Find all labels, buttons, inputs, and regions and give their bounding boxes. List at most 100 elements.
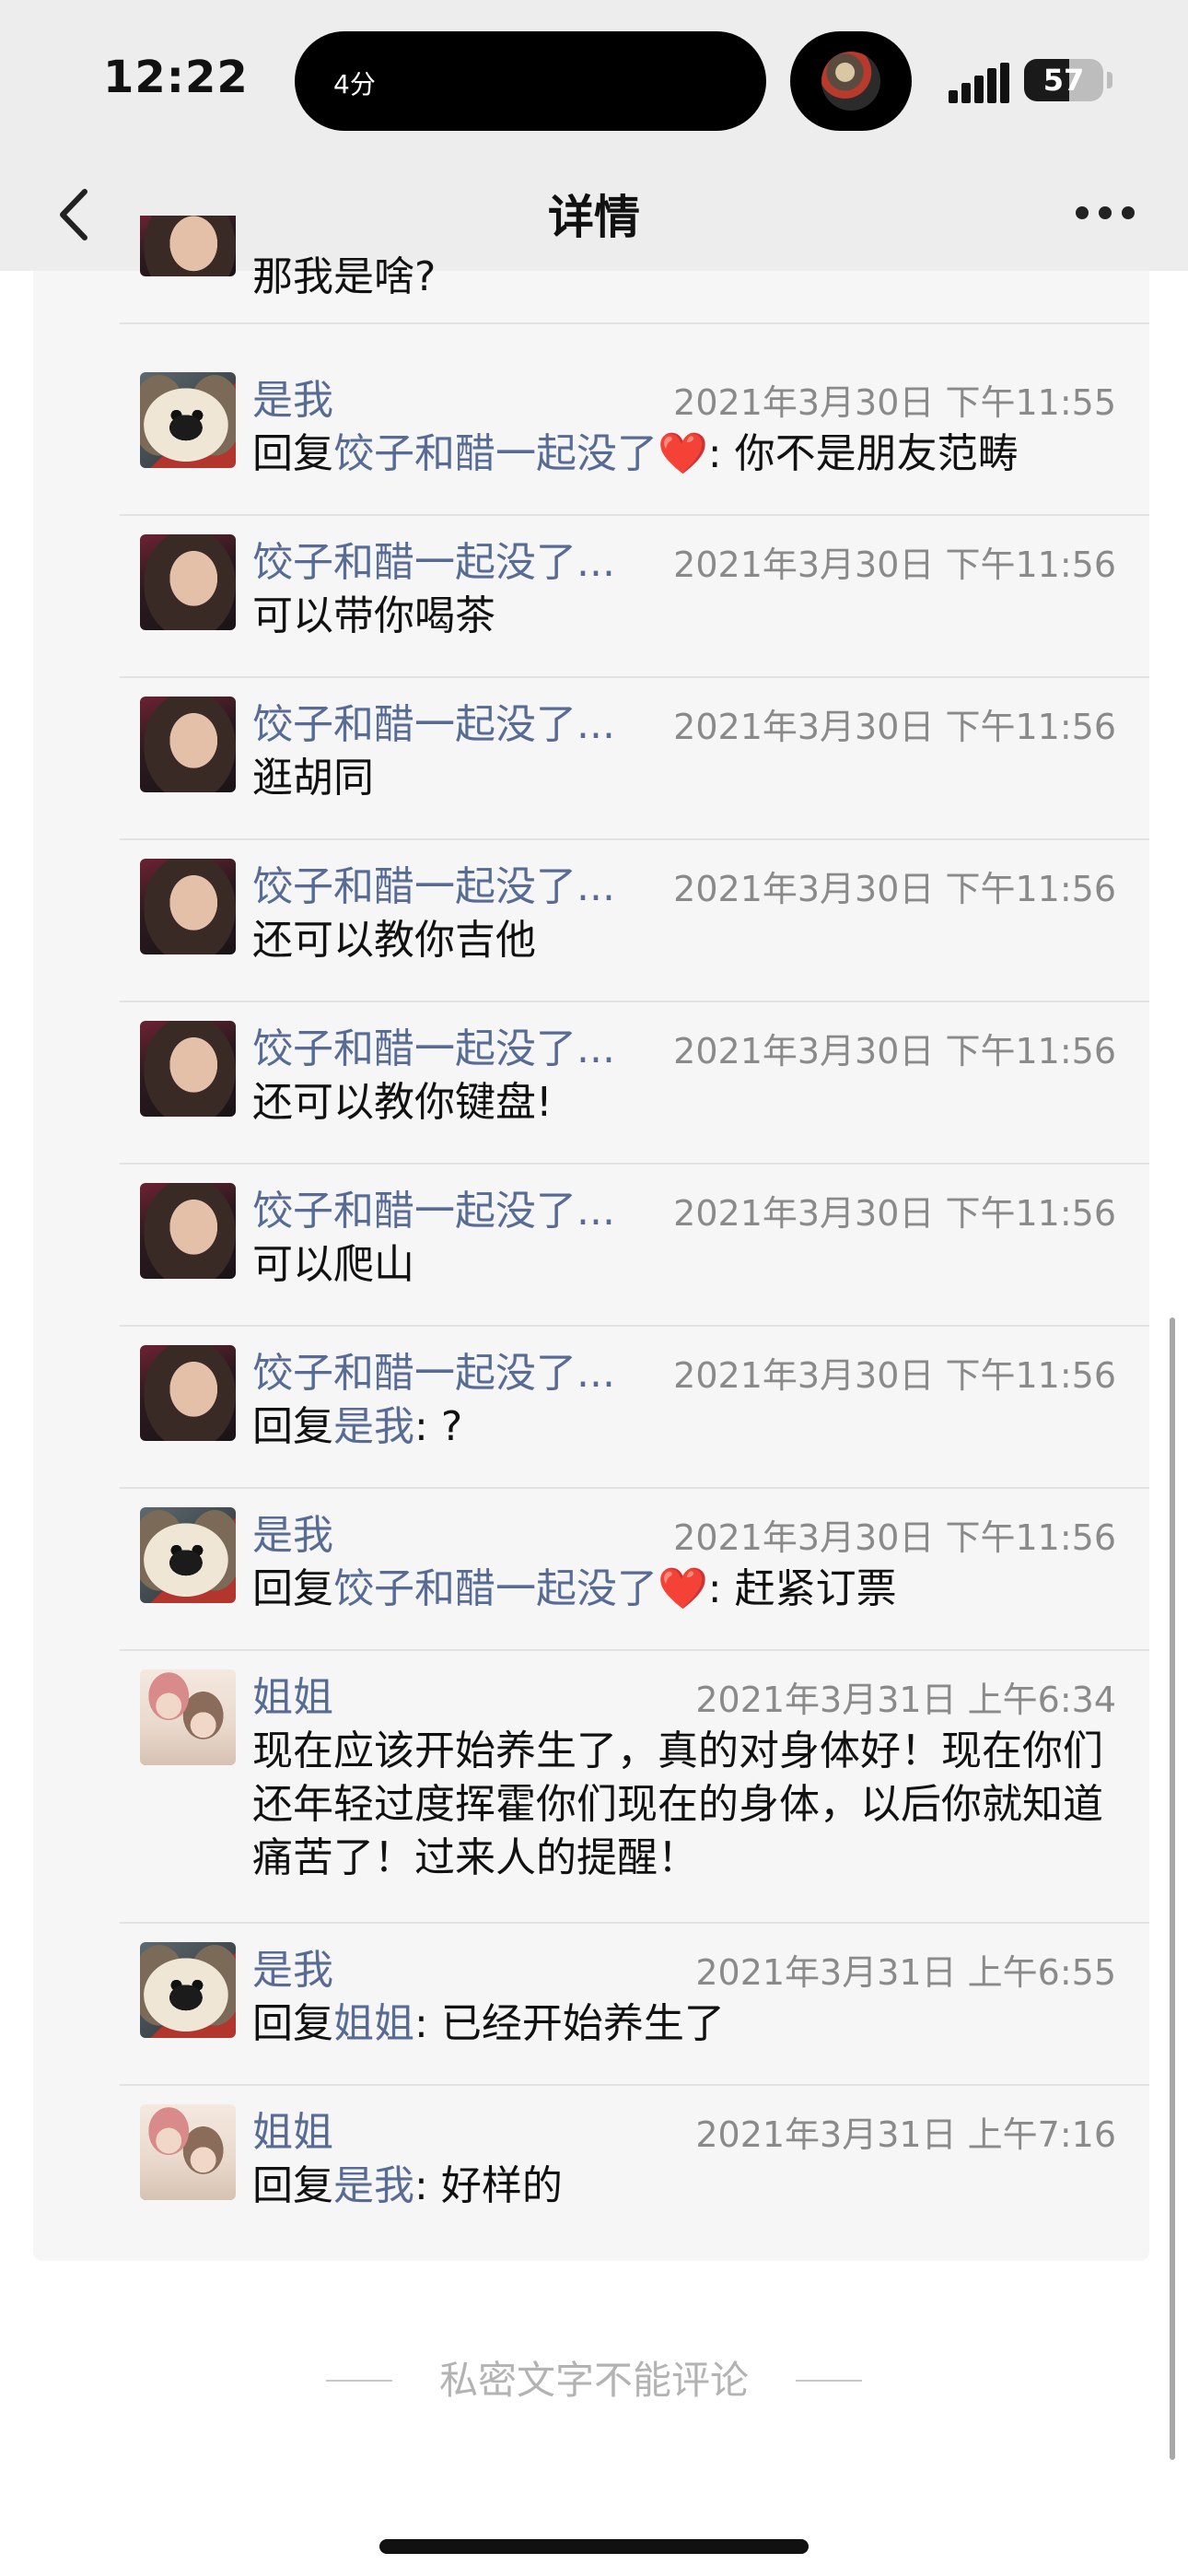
reply-prefix: 回复 (252, 1403, 333, 1450)
reply-target-link[interactable]: 是我 (333, 2162, 414, 2209)
avatar[interactable] (140, 2104, 236, 2200)
comment-body: 还可以教你键盘! (252, 1079, 553, 1126)
battery-level: 57 (1042, 63, 1085, 98)
comment-body: 赶紧订票 (721, 1565, 897, 1612)
scrollbar[interactable] (1170, 1317, 1175, 2460)
comment-row[interactable]: 饺子和醋一起没了... 2021年3月30日 下午11:56 逛胡同 (33, 678, 1149, 840)
home-indicator[interactable] (379, 2539, 809, 2554)
comment-row[interactable]: 饺子和醋一起没了... 2021年3月30日 下午11:56 回复是我: ? (33, 1327, 1149, 1489)
commenter-name[interactable]: 饺子和醋一起没了... (252, 1340, 615, 1399)
comment-timestamp: 2021年3月31日 上午6:55 (695, 1952, 1116, 1993)
commenter-name[interactable]: 是我 (252, 367, 333, 426)
avatar[interactable] (140, 859, 236, 954)
comment-text: 回复是我: ? (252, 1400, 1142, 1454)
comment-body: 可以爬山 (252, 1241, 414, 1288)
comment-body: 现在应该开始养生了，真的对身体好！现在你们还年轻过度挥霍你们现在的身体，以后你就… (252, 1727, 1103, 1881)
reply-separator: : (707, 1565, 722, 1612)
comment-row[interactable]: 姐姐 2021年3月31日 上午7:16 回复是我: 好样的 (33, 2086, 1149, 2248)
commenter-name[interactable]: 是我 (252, 1937, 333, 1996)
reply-target-link[interactable]: 姐姐 (333, 2000, 414, 2047)
status-time: 12:22 (103, 52, 249, 103)
reply-target-link[interactable]: 饺子和醋一起没了 (333, 430, 658, 477)
row-divider (120, 322, 1149, 324)
comment-body: 逛胡同 (252, 755, 374, 802)
comment-text: 还可以教你吉他 (252, 914, 1142, 967)
comment-row[interactable]: 饺子和醋一起没了... 2021年3月30日 下午11:56 可以带你喝茶 (33, 516, 1149, 678)
comment-text: 可以带你喝茶 (252, 590, 1142, 643)
battery-tip (1107, 72, 1112, 88)
comment-text: 逛胡同 (252, 752, 1142, 805)
commenter-name[interactable]: 饺子和醋一起没了... (252, 529, 615, 588)
comment-row[interactable]: 是我 2021年3月30日 下午11:56 回复饺子和醋一起没了❤️: 赶紧订票 (33, 1489, 1149, 1651)
avatar[interactable] (140, 1345, 236, 1441)
comment-timestamp: 2021年3月30日 下午11:56 (673, 1193, 1116, 1234)
reply-separator: : (414, 2000, 428, 2047)
commenter-name[interactable]: 饺子和醋一起没了... (252, 691, 615, 750)
private-notice: 私密文字不能评论 (0, 2353, 1188, 2408)
heart-emoji-icon: ❤️ (658, 430, 708, 477)
avatar[interactable] (140, 1942, 236, 2038)
commenter-name[interactable]: 姐姐 (252, 1664, 333, 1723)
reply-separator: : (707, 430, 722, 477)
comment-timestamp: 2021年3月30日 下午11:56 (673, 1355, 1116, 1396)
avatar[interactable] (140, 1021, 236, 1117)
comment-row[interactable]: 姐姐 2021年3月31日 上午6:34 现在应该开始养生了，真的对身体好！现在你们… (33, 1651, 1149, 1924)
comment-text: 回复是我: 好样的 (252, 2160, 1142, 2213)
footer-divider-right (796, 2380, 862, 2382)
reply-target-link[interactable]: 饺子和醋一起没了 (333, 1565, 658, 1612)
island-media-thumbnail[interactable] (790, 31, 912, 131)
avatar[interactable] (140, 216, 236, 276)
comment-row[interactable]: 是我 2021年3月30日 下午11:55 回复饺子和醋一起没了❤️: 你不是朋友范… (33, 354, 1149, 516)
status-bar: 12:22 4分 57 (0, 0, 1188, 157)
more-dots-icon[interactable] (1076, 206, 1135, 223)
dynamic-island[interactable]: 4分 (295, 31, 766, 131)
reply-separator: : (414, 2162, 428, 2209)
commenter-name[interactable]: 饺子和醋一起没了... (252, 1015, 615, 1074)
comment-row[interactable]: 饺子和醋一起没了... 2021年3月30日 下午11:56 可以爬山 (33, 1165, 1149, 1327)
comment-text: 回复饺子和醋一起没了❤️: 赶紧订票 (252, 1563, 1142, 1616)
avatar[interactable] (140, 1669, 236, 1765)
avatar[interactable] (140, 1183, 236, 1279)
avatar[interactable] (140, 697, 236, 792)
comment-text: 回复姐姐: 已经开始养生了 (252, 1997, 1142, 2051)
battery-icon: 57 (1024, 59, 1103, 101)
comment-timestamp: 2021年3月30日 下午11:56 (673, 869, 1116, 909)
comment-text: 还可以教你键盘! (252, 1076, 1142, 1130)
avatar[interactable] (140, 372, 236, 468)
commenter-name[interactable]: 饺子和醋一起没了... (252, 853, 615, 912)
reply-prefix: 回复 (252, 1565, 333, 1612)
reply-prefix: 回复 (252, 430, 333, 477)
comment-timestamp: 2021年3月30日 下午11:56 (673, 1517, 1116, 1558)
comment-body: 可以带你喝茶 (252, 592, 495, 639)
comment-timestamp: 2021年3月30日 下午11:56 (673, 707, 1116, 747)
comment-timestamp: 2021年3月31日 上午6:34 (695, 1680, 1116, 1720)
comment-body: 你不是朋友范畴 (721, 430, 1019, 477)
comment-body: 已经开始养生了 (427, 2000, 725, 2047)
comment-timestamp: 2021年3月31日 上午7:16 (695, 2114, 1116, 2155)
private-notice-text: 私密文字不能评论 (438, 2358, 749, 2403)
comment-text: 可以爬山 (252, 1238, 1142, 1292)
comment-timestamp: 2021年3月30日 下午11:55 (673, 382, 1116, 423)
commenter-name[interactable]: 饺子和醋一起没了... (252, 1177, 615, 1236)
commenter-name[interactable]: 是我 (252, 1502, 333, 1561)
avatar[interactable] (140, 534, 236, 630)
comment-text: 回复饺子和醋一起没了❤️: 你不是朋友范畴 (252, 427, 1142, 481)
reply-target-link[interactable]: 是我 (333, 1403, 414, 1450)
comment-text: 那我是啥? (252, 253, 437, 300)
comment-list: 那我是啥? 是我 2021年3月30日 下午11:55 回复饺子和醋一起没了❤️: 你… (33, 216, 1149, 2261)
island-activity-label: 4分 (333, 69, 376, 100)
reply-separator: : (414, 1403, 428, 1450)
comment-body: 好样的 (427, 2162, 563, 2209)
comment-row[interactable]: 那我是啥? (33, 216, 1149, 324)
commenter-name[interactable]: 姐姐 (252, 2099, 333, 2158)
comment-text: 现在应该开始养生了，真的对身体好！现在你们还年轻过度挥霍你们现在的身体，以后你就… (252, 1725, 1142, 1885)
avatar[interactable] (140, 1507, 236, 1603)
comment-row[interactable]: 饺子和醋一起没了... 2021年3月30日 下午11:56 还可以教你吉他 (33, 840, 1149, 1002)
comment-row[interactable]: 是我 2021年3月31日 上午6:55 回复姐姐: 已经开始养生了 (33, 1924, 1149, 2086)
comment-row[interactable]: 饺子和醋一起没了... 2021年3月30日 下午11:56 还可以教你键盘! (33, 1002, 1149, 1165)
comment-timestamp: 2021年3月30日 下午11:56 (673, 1031, 1116, 1071)
comment-timestamp: 2021年3月30日 下午11:56 (673, 544, 1116, 585)
reply-prefix: 回复 (252, 2000, 333, 2047)
comment-body: ? (427, 1403, 463, 1450)
cellular-signal-icon (949, 63, 1013, 103)
